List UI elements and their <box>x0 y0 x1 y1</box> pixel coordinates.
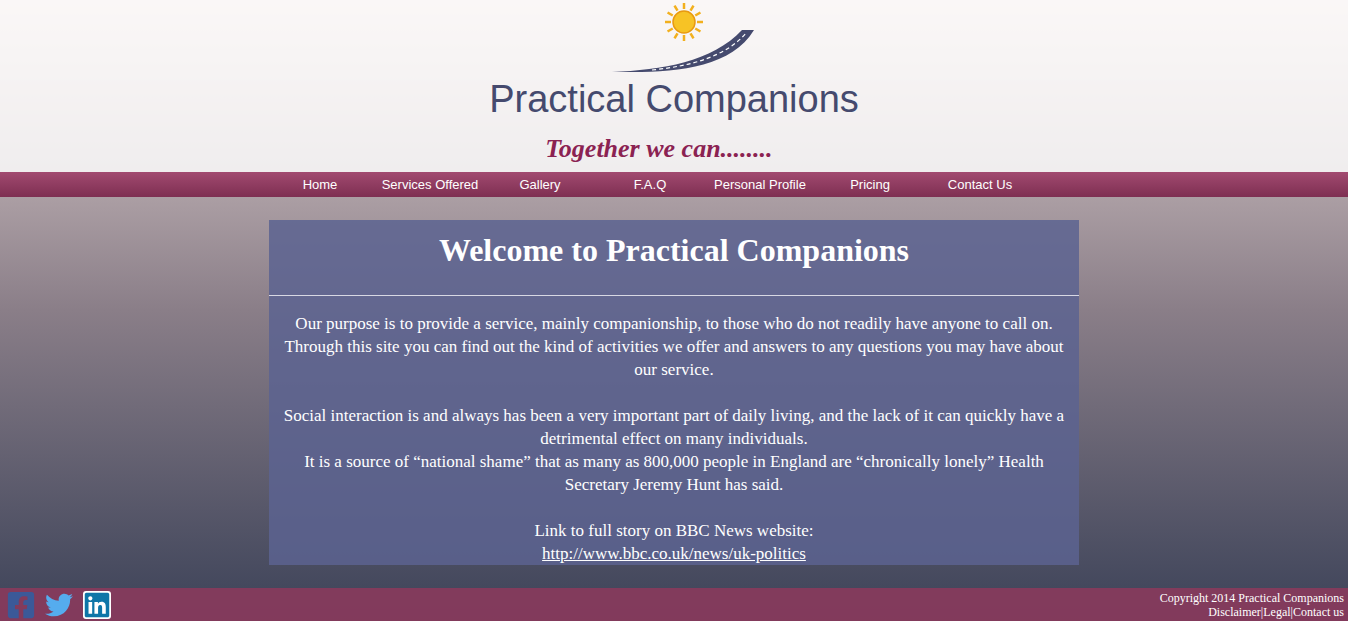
page: Practical Companions Together we can.....… <box>0 0 1348 621</box>
logo-icon <box>592 0 772 76</box>
nav-link[interactable]: Services Offered <box>375 177 485 193</box>
paragraph: Social interaction is and always has bee… <box>275 404 1073 496</box>
paragraph: Our purpose is to provide a service, mai… <box>275 312 1073 381</box>
footer-link[interactable]: Disclaimer <box>1208 605 1261 619</box>
footer-link[interactable]: Legal <box>1263 605 1290 619</box>
panel-body: Our purpose is to provide a service, mai… <box>269 296 1079 565</box>
divider <box>269 295 1079 296</box>
footer: Copyright 2014 Practical CompanionsDiscl… <box>0 588 1348 621</box>
paragraph-line: Our purpose is to provide a service, mai… <box>275 312 1073 335</box>
nav-bar: HomeServices OfferedGalleryF.A.QPersonal… <box>0 172 1348 197</box>
paragraph-line: Social interaction is and always has bee… <box>275 404 1073 450</box>
paragraph: Link to full story on BBC News website:h… <box>275 519 1073 565</box>
paragraph-line: Link to full story on BBC News website: <box>275 519 1073 542</box>
paragraph-line: It is a source of “national shame” that … <box>275 450 1073 496</box>
social-links <box>6 590 112 620</box>
nav-link[interactable]: Personal Profile <box>705 177 815 193</box>
nav-link[interactable]: F.A.Q <box>595 177 705 193</box>
linkedin-icon[interactable] <box>82 590 112 620</box>
nav-link[interactable]: Home <box>265 177 375 193</box>
logo-name: Practical Companions <box>489 78 859 120</box>
footer-links: Disclaimer|Legal|Contact us <box>1160 605 1344 619</box>
footer-text: Copyright 2014 Practical CompanionsDiscl… <box>1160 591 1344 619</box>
news-link[interactable]: http://www.bbc.co.uk/news/uk-politics <box>275 542 1073 565</box>
nav-link[interactable]: Pricing <box>815 177 925 193</box>
paragraph-line: Through this site you can find out the k… <box>275 335 1073 381</box>
footer-link[interactable]: Contact us <box>1293 605 1344 619</box>
header: Practical Companions Together we can.....… <box>0 0 1348 172</box>
main-area: Welcome to Practical Companions Our purpo… <box>0 197 1348 588</box>
footer-separator: | <box>1291 605 1293 619</box>
nav-link[interactable]: Contact Us <box>925 177 1035 193</box>
facebook-icon[interactable] <box>6 590 36 620</box>
welcome-title: Welcome to Practical Companions <box>269 220 1079 295</box>
logo-tagline: Together we can........ <box>545 132 772 166</box>
nav-link[interactable]: Gallery <box>485 177 595 193</box>
footer-separator: | <box>1261 605 1263 619</box>
welcome-panel: Welcome to Practical Companions Our purpo… <box>269 220 1079 565</box>
copyright: Copyright 2014 Practical Companions <box>1160 591 1344 605</box>
twitter-icon[interactable] <box>42 590 76 620</box>
